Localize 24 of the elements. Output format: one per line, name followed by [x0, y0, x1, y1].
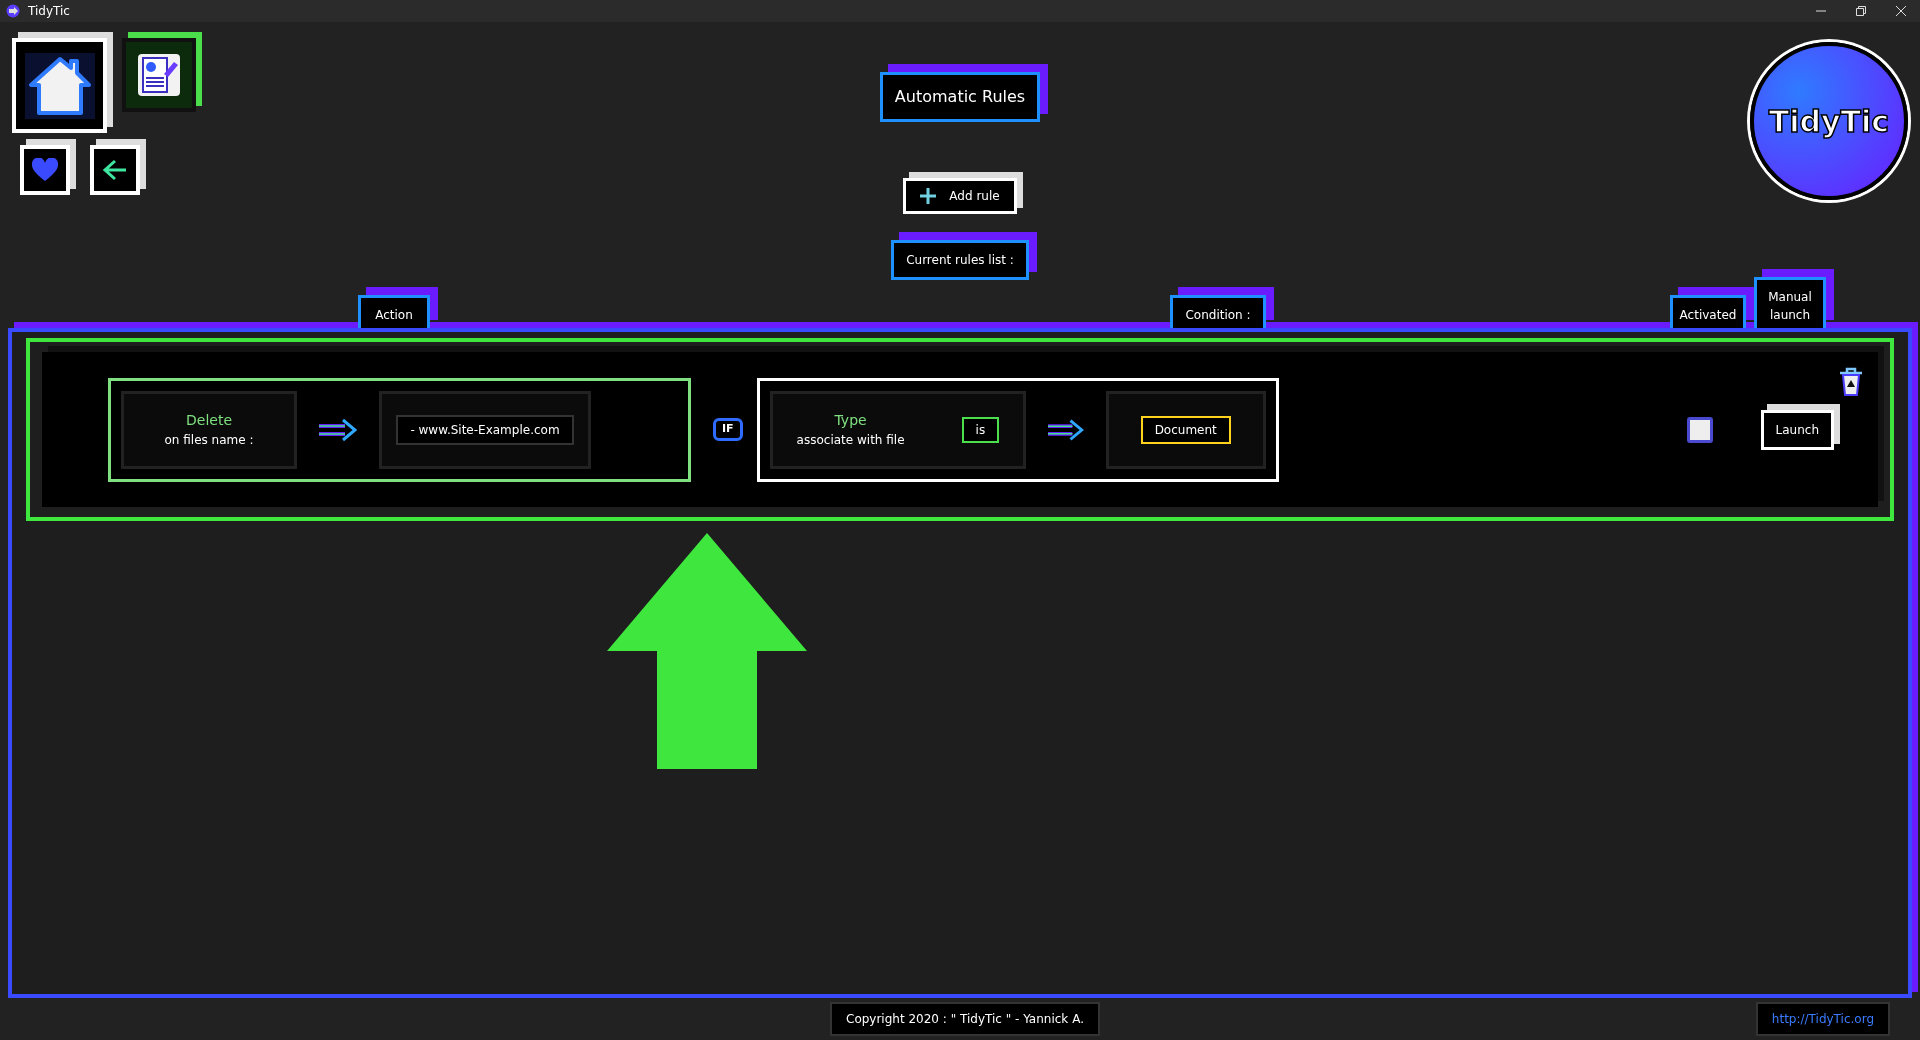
home-icon — [24, 52, 95, 119]
double-arrow-icon — [319, 417, 357, 442]
app-icon — [6, 4, 20, 18]
double-arrow-icon — [1048, 417, 1084, 442]
action-detail: on files name : — [164, 432, 254, 449]
document-edit-icon — [135, 52, 182, 98]
close-icon[interactable] — [1896, 6, 1906, 16]
logo-text: TidyTic — [1768, 102, 1890, 141]
plus-icon — [920, 188, 937, 204]
condition-label: Type — [834, 411, 867, 430]
condition-detail: associate with file — [796, 432, 905, 449]
copyright-text: Copyright 2020 : " TidyTic " - Yannick A. — [830, 1002, 1100, 1036]
back-arrow-icon — [102, 159, 128, 181]
operator-value: is — [961, 416, 1000, 443]
trash-icon[interactable] — [1838, 366, 1864, 396]
activated-checkbox[interactable] — [1686, 416, 1713, 443]
target-value: - www.Site-Example.com — [396, 414, 574, 445]
condition-connector: IF — [713, 418, 743, 441]
window-title: TidyTic — [28, 3, 70, 20]
rule-row[interactable]: Delete on files name : - www.Site-Example.com IF Type associate with file is Document Launch — [26, 338, 1894, 521]
heart-icon — [32, 158, 58, 182]
action-label: Delete — [186, 411, 232, 430]
restore-icon[interactable] — [1856, 6, 1866, 16]
condition-value: Document — [1140, 415, 1231, 444]
